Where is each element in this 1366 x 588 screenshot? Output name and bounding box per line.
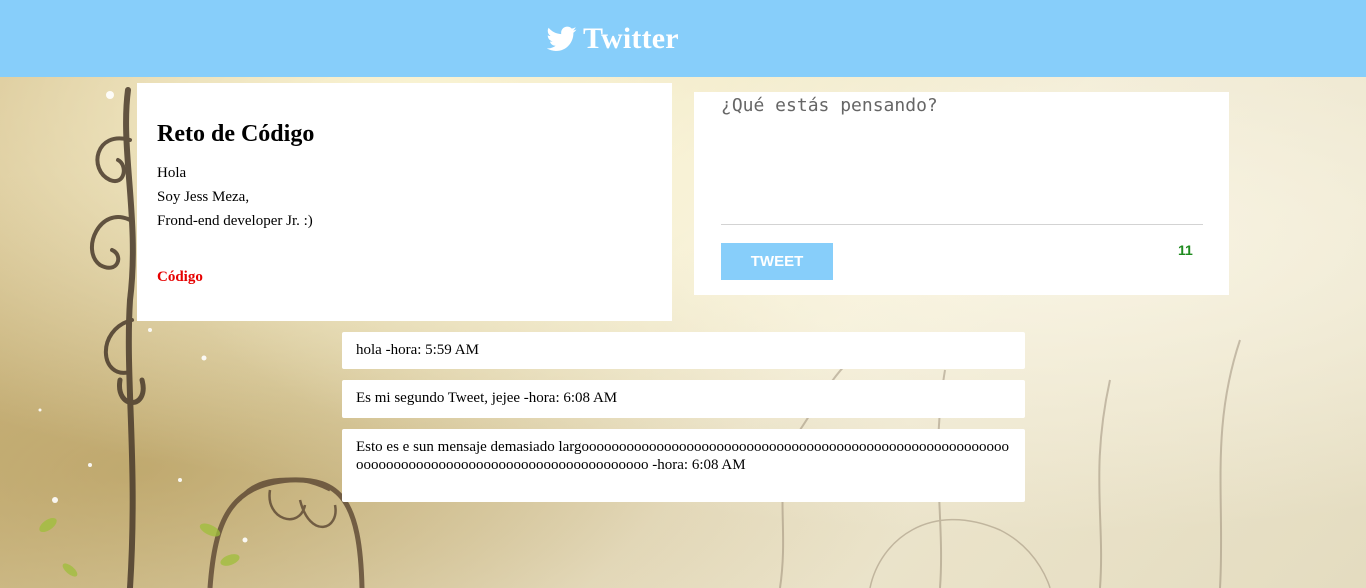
bio-line: Frond-end developer Jr. :) bbox=[157, 213, 313, 229]
bio-line: Hola bbox=[157, 165, 187, 181]
lamp-post-art bbox=[89, 87, 146, 588]
code-link[interactable]: Código bbox=[157, 269, 203, 286]
profile-heading: Reto de Código bbox=[157, 121, 315, 147]
profile-card: Reto de Código Hola Soy Jess Meza, Frond… bbox=[137, 83, 672, 321]
tweet-item: Esto es e sun mensaje demasiado largoooo… bbox=[342, 429, 1025, 502]
brand-title: Twitter bbox=[583, 22, 679, 55]
bench-art bbox=[207, 477, 365, 588]
profile-bio: Hola Soy Jess Meza, Frond-end developer … bbox=[157, 161, 313, 233]
top-navigation-bar: Twitter bbox=[0, 0, 1366, 77]
bio-line: Soy Jess Meza, bbox=[157, 189, 250, 205]
tweet-button[interactable]: TWEET bbox=[721, 243, 833, 280]
tweet-item: Es mi segundo Tweet, jejee -hora: 6:08 A… bbox=[342, 380, 1025, 418]
tweet-feed: hola -hora: 5:59 AM Es mi segundo Tweet,… bbox=[342, 332, 1025, 513]
tweet-input[interactable] bbox=[721, 92, 1203, 225]
brand[interactable]: Twitter bbox=[547, 19, 679, 59]
twitter-bird-icon bbox=[547, 26, 577, 51]
compose-card: TWEET 11 bbox=[694, 92, 1229, 295]
tweet-item: hola -hora: 5:59 AM bbox=[342, 332, 1025, 369]
character-counter: 11 bbox=[1178, 242, 1193, 258]
